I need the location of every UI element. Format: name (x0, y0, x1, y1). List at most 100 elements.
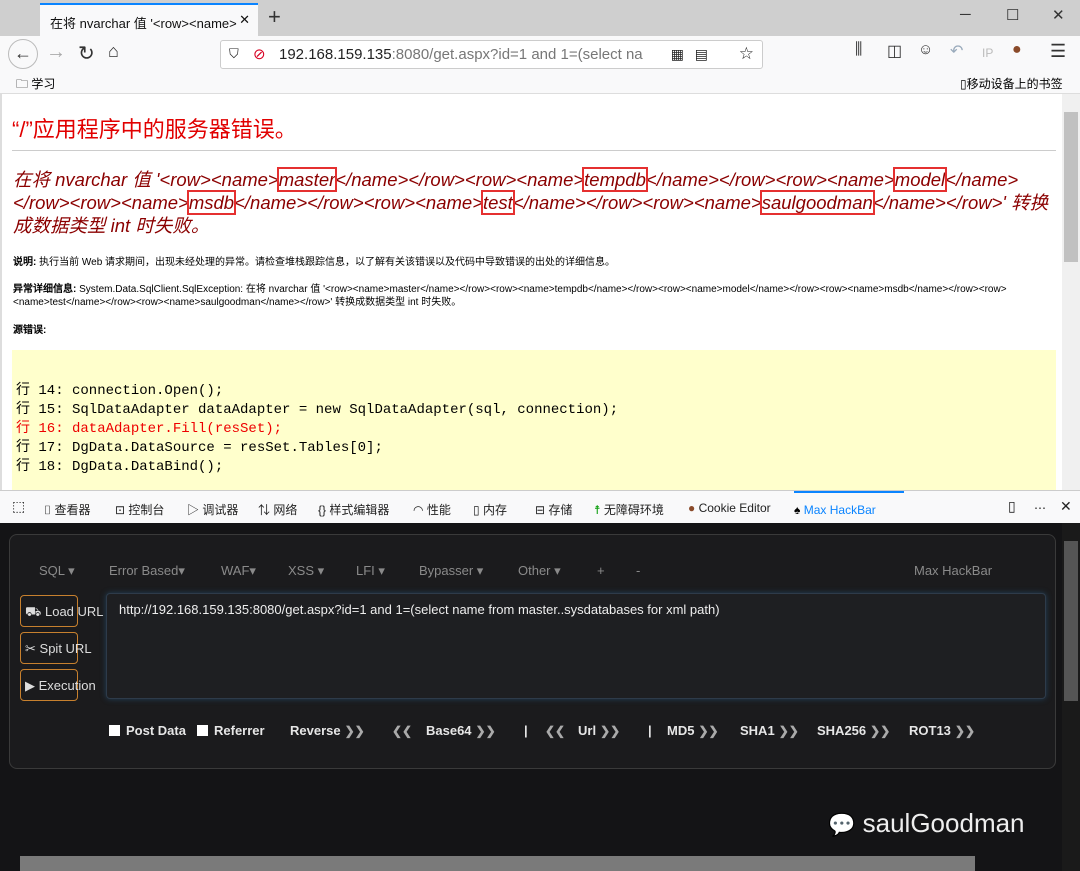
db-name-highlight: test (481, 190, 515, 215)
shield-icon[interactable]: ⛉ (229, 46, 239, 62)
tab-inspector[interactable]: ⌷ 查看器 (44, 501, 91, 518)
url-path: :8080/get.aspx?id=1 and 1=(select na (391, 46, 643, 63)
separator: | (524, 723, 528, 738)
tab-accessibility[interactable]: ☨ 无障碍环境 (594, 501, 664, 518)
rot13-button[interactable]: ROT13 ❯❯ (909, 723, 975, 738)
library-icon[interactable]: ⫼ (855, 41, 862, 59)
reader-view-icon[interactable]: ▤ (694, 46, 708, 63)
close-window-button[interactable]: ✕ (1052, 6, 1065, 24)
devtools-toolbar: ⬚ ⌷ 查看器 ⊡ 控制台 ▷ 调试器 ⇅ 网络 {} 样式编辑器 ◠ 性能 ▯… (0, 490, 1080, 523)
remove-button[interactable]: - (636, 563, 640, 578)
url-decode-button[interactable]: ❮❮ (541, 723, 565, 738)
avatar-extension-icon[interactable]: ☺ (918, 41, 933, 58)
error-message: 在将 nvarchar 值 '<row><name>master</name><… (13, 167, 1049, 236)
exception-details: 异常详细信息: System.Data.SqlClient.SqlExcepti… (13, 284, 1007, 308)
tab-network[interactable]: ⇅ 网络 (258, 501, 297, 518)
mobile-bookmarks-label: 移动设备上的书签 (966, 77, 1063, 91)
bookmark-folder[interactable]: 🗀 学习 (16, 75, 55, 96)
code-line-error: 行 16: dataAdapter.Fill(resSet); (16, 421, 283, 437)
referrer-checkbox[interactable]: Referrer (197, 723, 265, 738)
db-name-highlight: saulgoodman (759, 190, 875, 215)
active-tab[interactable]: 在将 nvarchar 值 '<row><name> ✕ (40, 3, 258, 36)
db-name-highlight: master (276, 167, 338, 192)
dock-icon[interactable]: ▯ (1008, 498, 1016, 515)
minimize-button[interactable]: ─ (960, 6, 971, 23)
divider (12, 150, 1056, 151)
source-code-block: 行 14: connection.Open(); 行 15: SqlDataAda… (12, 350, 1056, 490)
bookmarks-bar: 🗀 学习 ▯移动设备上的书签 (0, 72, 1080, 94)
code-line: 行 15: SqlDataAdapter dataAdapter = new S… (16, 402, 619, 418)
tab-memory[interactable]: ▯ 内存 (473, 501, 507, 518)
mobile-bookmarks[interactable]: ▯移动设备上的书签 (960, 75, 1063, 92)
menu-other[interactable]: Other ▾ (518, 563, 561, 579)
page-scrollbar-thumb[interactable] (1064, 112, 1078, 262)
code-line: 行 17: DgData.DataSource = resSet.Tables[… (16, 440, 383, 456)
reload-button[interactable]: ↻ (78, 41, 95, 66)
page-content: “/”应用程序中的服务器错误。 在将 nvarchar 值 '<row><nam… (0, 94, 1062, 490)
separator: | (648, 723, 652, 738)
tab-max-hackbar[interactable]: ♠ Max HackBar (794, 491, 904, 523)
sha256-button[interactable]: SHA256 ❯❯ (817, 723, 890, 738)
maximize-button[interactable]: ☐ (1006, 6, 1019, 24)
tab-debugger[interactable]: ▷ 调试器 (187, 501, 238, 518)
menu-xss[interactable]: XSS ▾ (288, 563, 324, 579)
undo-extension-icon[interactable]: ↶ (950, 41, 963, 61)
reverse-button[interactable]: Reverse ❯❯ (290, 723, 365, 738)
sidebar-icon[interactable]: ◫ (887, 41, 902, 61)
tab-bar: 在将 nvarchar 值 '<row><name> ✕ + ─ ☐ ✕ (0, 0, 1080, 36)
tab-storage[interactable]: ⊟ 存储 (535, 501, 572, 518)
hackbar-scrollbar[interactable] (1062, 523, 1080, 871)
add-button[interactable]: + (597, 563, 605, 578)
new-tab-button[interactable]: + (268, 4, 281, 30)
more-icon[interactable]: ⋯ (1034, 501, 1046, 515)
hackbar-panel: SQL ▾ Error Based▾ WAF▾ XSS ▾ LFI ▾ Bypa… (9, 534, 1056, 769)
load-icon: ⛟ (25, 604, 42, 619)
tab-title: 在将 nvarchar 值 '<row><name> (50, 16, 237, 31)
db-name-highlight: model (892, 167, 948, 192)
bookmark-star-icon[interactable]: ☆ (738, 44, 754, 64)
split-url-button[interactable]: ✂ Spit URL (20, 632, 92, 664)
play-icon: ▶ (25, 678, 35, 693)
base64-encode-button[interactable]: Base64 ❯❯ (426, 723, 496, 738)
load-url-button[interactable]: ⛟ Load URL (20, 595, 104, 627)
element-picker-icon[interactable]: ⬚ (12, 498, 25, 515)
tab-cookie-editor[interactable]: ● Cookie Editor (688, 501, 771, 515)
db-name-highlight: msdb (186, 190, 237, 215)
menu-icon[interactable]: ☰ (1050, 41, 1066, 62)
menu-waf[interactable]: WAF▾ (221, 563, 256, 579)
home-button[interactable]: ⌂ (108, 41, 119, 62)
tab-console[interactable]: ⊡ 控制台 (115, 501, 164, 518)
source-error-label: 源错误: (13, 325, 47, 336)
forward-button[interactable]: → (46, 41, 66, 64)
url-textarea[interactable]: http://192.168.159.135:8080/get.aspx?id=… (106, 593, 1046, 699)
sha1-button[interactable]: SHA1 ❯❯ (740, 723, 799, 738)
folder-icon: 🗀 (16, 77, 29, 91)
watermark: 💬 saulGoodman (828, 808, 1025, 838)
db-name-highlight: tempdb (582, 167, 648, 192)
menu-lfi[interactable]: LFI ▾ (356, 563, 385, 579)
back-button[interactable]: ← (8, 39, 38, 69)
base64-decode-button[interactable]: ❮❮ (388, 723, 412, 738)
md5-button[interactable]: MD5 ❯❯ (667, 723, 719, 738)
phone-icon: ▯ (960, 77, 967, 91)
close-tab-icon[interactable]: ✕ (239, 12, 250, 28)
url-host: 192.168.159.135 (279, 46, 392, 63)
close-devtools-icon[interactable]: ✕ (1060, 498, 1072, 515)
horizontal-scrollbar[interactable] (20, 856, 975, 871)
tab-performance[interactable]: ◠ 性能 (413, 501, 451, 518)
menu-bypasser[interactable]: Bypasser ▾ (419, 563, 483, 579)
tab-style-editor[interactable]: {} 样式编辑器 (318, 501, 389, 518)
url-bar[interactable]: ⛉ ⊘ 192.168.159.135:8080/get.aspx?id=1 a… (220, 40, 763, 69)
url-encode-button[interactable]: Url ❯❯ (578, 723, 620, 738)
ip-extension-icon[interactable]: IP (982, 46, 993, 60)
insecure-lock-icon[interactable]: ⊘ (253, 45, 266, 63)
folder-label: 学习 (31, 77, 56, 91)
cookie-icon[interactable]: ● (1012, 41, 1022, 59)
menu-error-based[interactable]: Error Based▾ (109, 563, 185, 579)
code-line: 行 14: connection.Open(); (16, 383, 224, 399)
page-title: “/”应用程序中的服务器错误。 (12, 117, 297, 142)
menu-sql[interactable]: SQL ▾ (39, 563, 75, 579)
post-data-checkbox[interactable]: Post Data (109, 723, 186, 738)
qr-code-icon[interactable]: ▦ (670, 46, 684, 63)
execute-button[interactable]: ▶ Execution (20, 669, 96, 701)
